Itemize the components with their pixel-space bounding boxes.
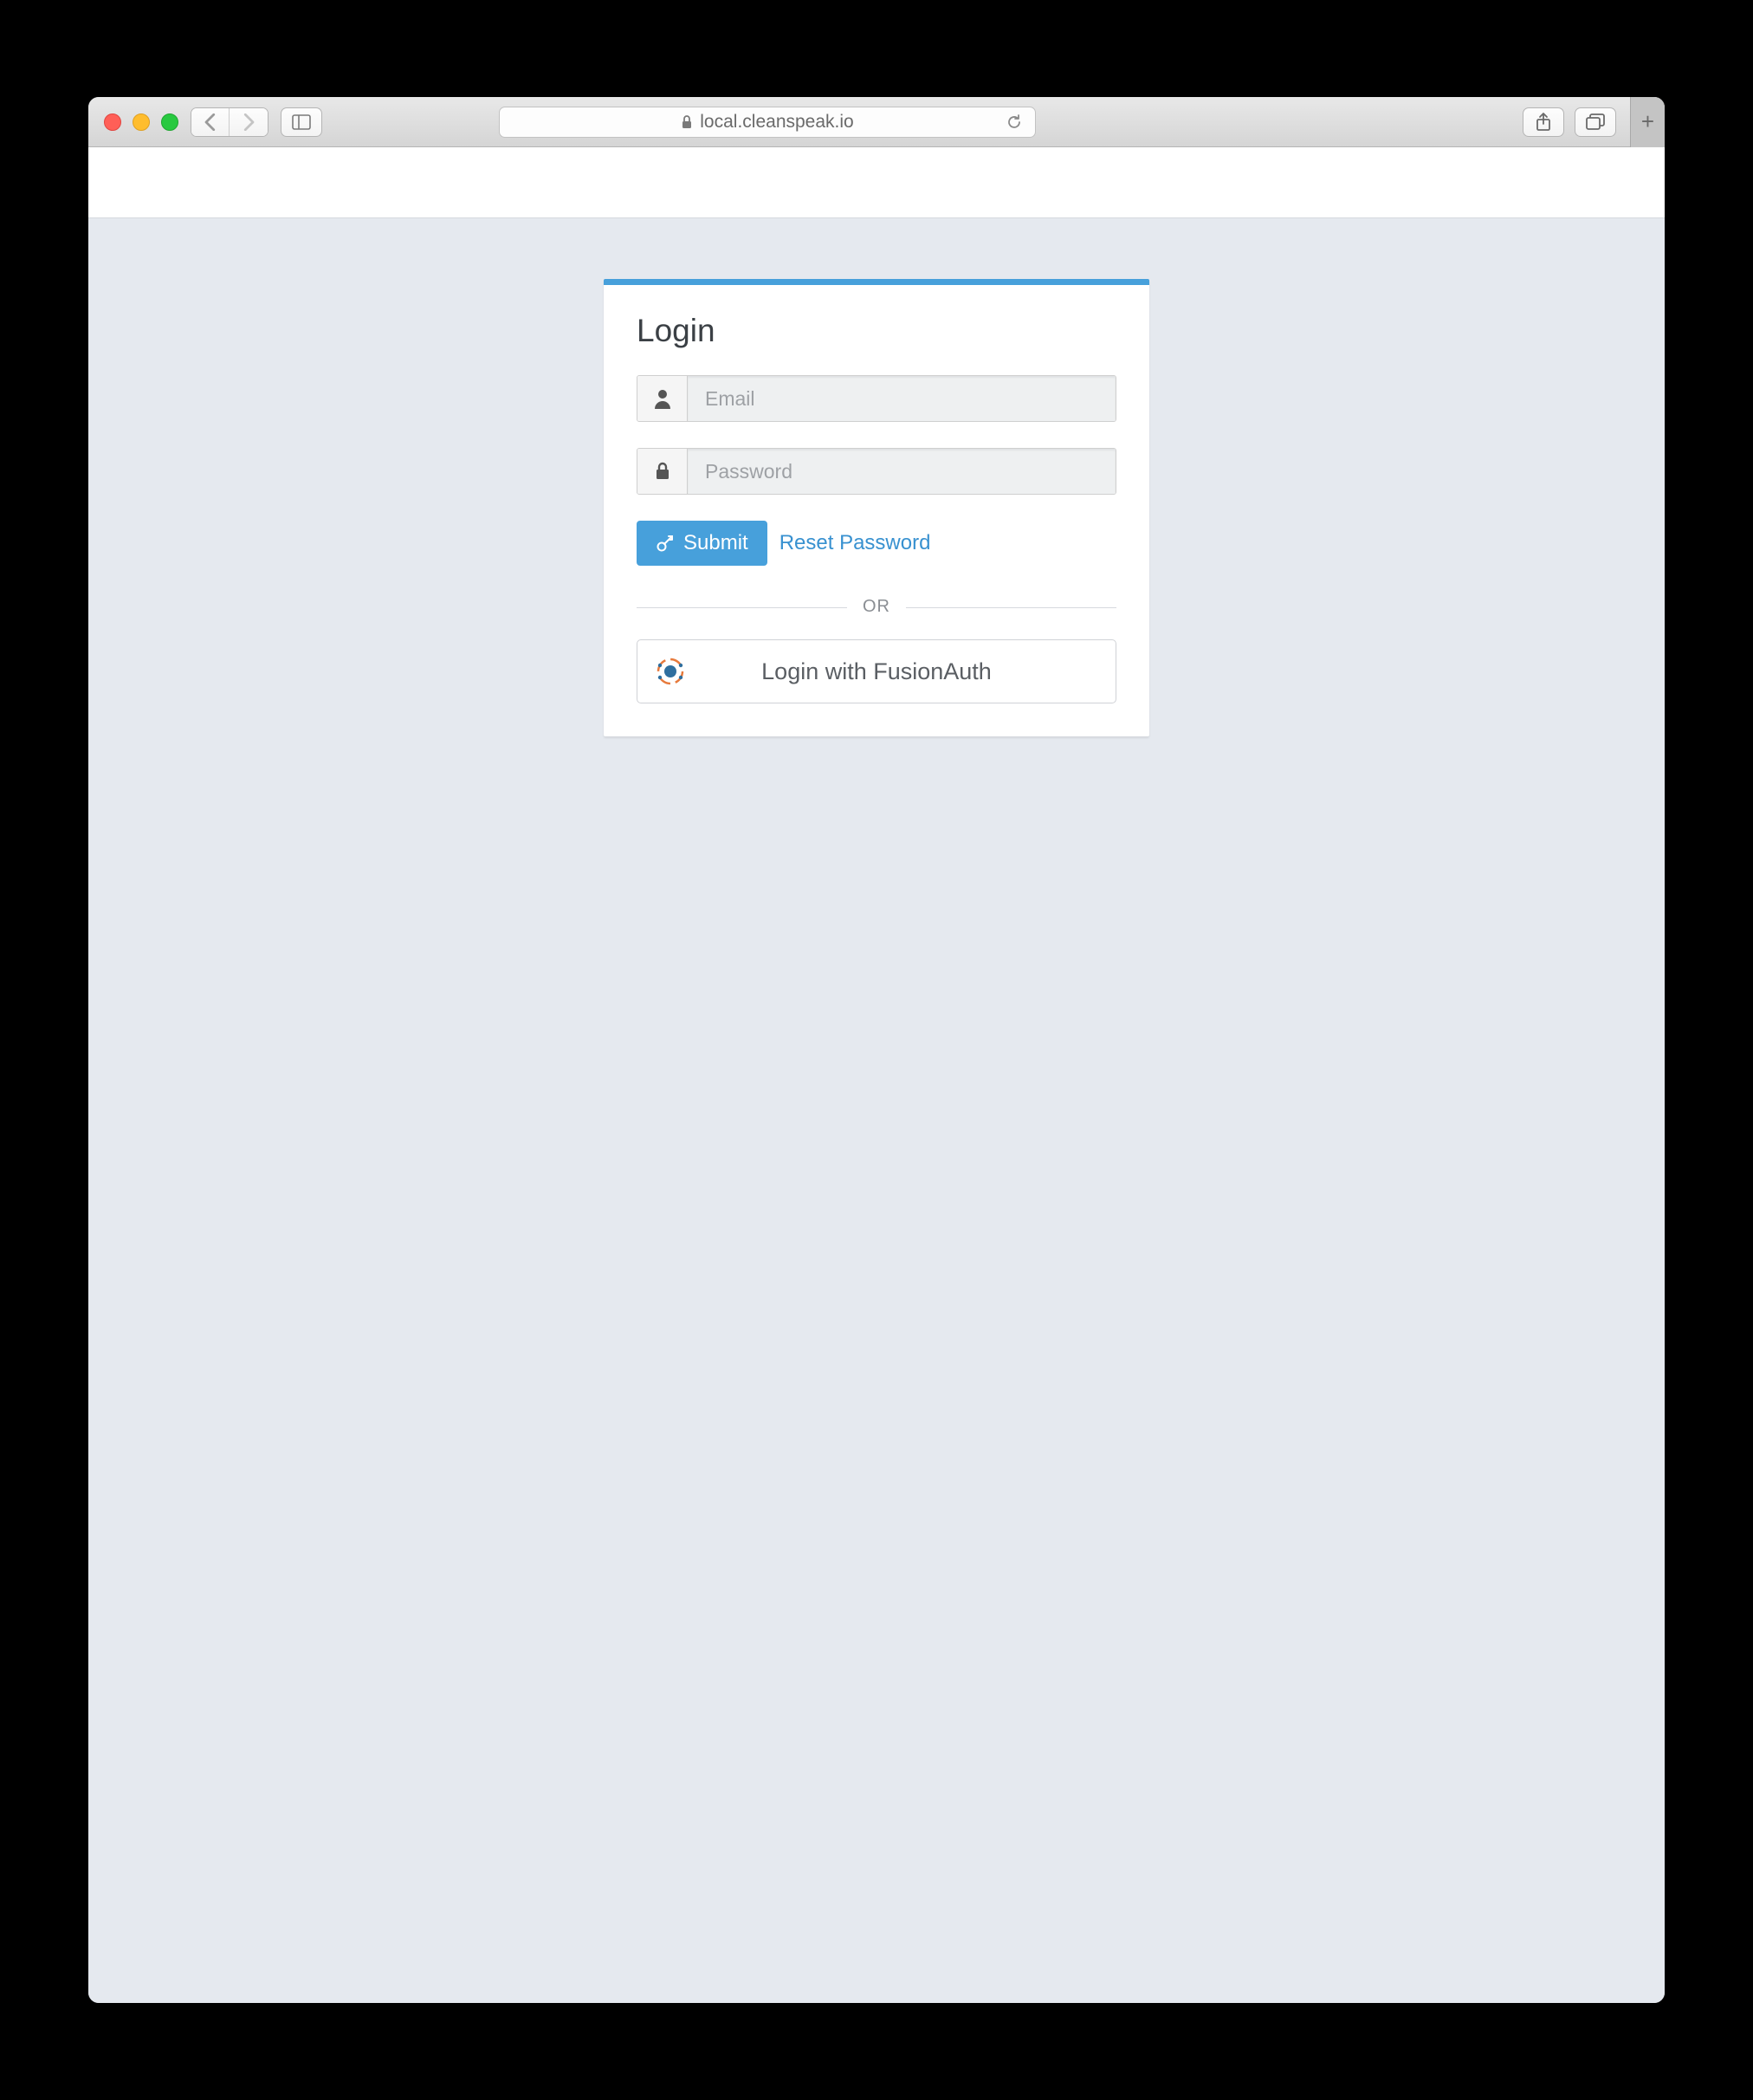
back-button[interactable] (191, 108, 230, 136)
lock-icon (681, 114, 693, 130)
login-with-fusionauth-button[interactable]: Login with FusionAuth (637, 639, 1116, 703)
password-input[interactable] (688, 449, 1116, 494)
submit-button[interactable]: Submit (637, 521, 767, 566)
minimize-window-icon[interactable] (133, 113, 150, 131)
actions-row: Submit Reset Password (637, 521, 1116, 566)
tabs-button[interactable] (1575, 107, 1616, 137)
divider-label: OR (847, 597, 906, 616)
lock-icon (637, 449, 688, 494)
nav-buttons (191, 107, 268, 137)
password-field-group (637, 448, 1116, 495)
user-icon (637, 376, 688, 421)
new-tab-button[interactable]: + (1630, 97, 1665, 147)
email-field-group (637, 375, 1116, 422)
oauth-label: Login with FusionAuth (761, 658, 992, 685)
browser-chrome: local.cleanspeak.io + (88, 97, 1665, 147)
share-button[interactable] (1523, 107, 1564, 137)
page-content: Login Submit (88, 147, 1665, 2003)
page-title: Login (637, 313, 1116, 349)
page-topbar (88, 147, 1665, 218)
close-window-icon[interactable] (104, 113, 121, 131)
forward-button[interactable] (230, 108, 268, 136)
or-divider: OR (637, 597, 1116, 617)
fusionauth-icon (653, 654, 688, 689)
email-input[interactable] (688, 376, 1116, 421)
browser-window: local.cleanspeak.io + Login (88, 97, 1665, 2003)
maximize-window-icon[interactable] (161, 113, 178, 131)
content-area: Login Submit (88, 218, 1665, 2003)
key-icon (656, 534, 675, 553)
url-text: local.cleanspeak.io (700, 112, 853, 133)
url-bar[interactable]: local.cleanspeak.io (499, 107, 1036, 138)
sidebar-button[interactable] (281, 107, 322, 137)
submit-label: Submit (683, 531, 748, 555)
login-card: Login Submit (604, 279, 1149, 736)
chrome-right: + (1523, 97, 1649, 147)
reload-icon[interactable] (1006, 113, 1023, 131)
window-controls (104, 113, 178, 131)
reset-password-link[interactable]: Reset Password (779, 531, 931, 555)
